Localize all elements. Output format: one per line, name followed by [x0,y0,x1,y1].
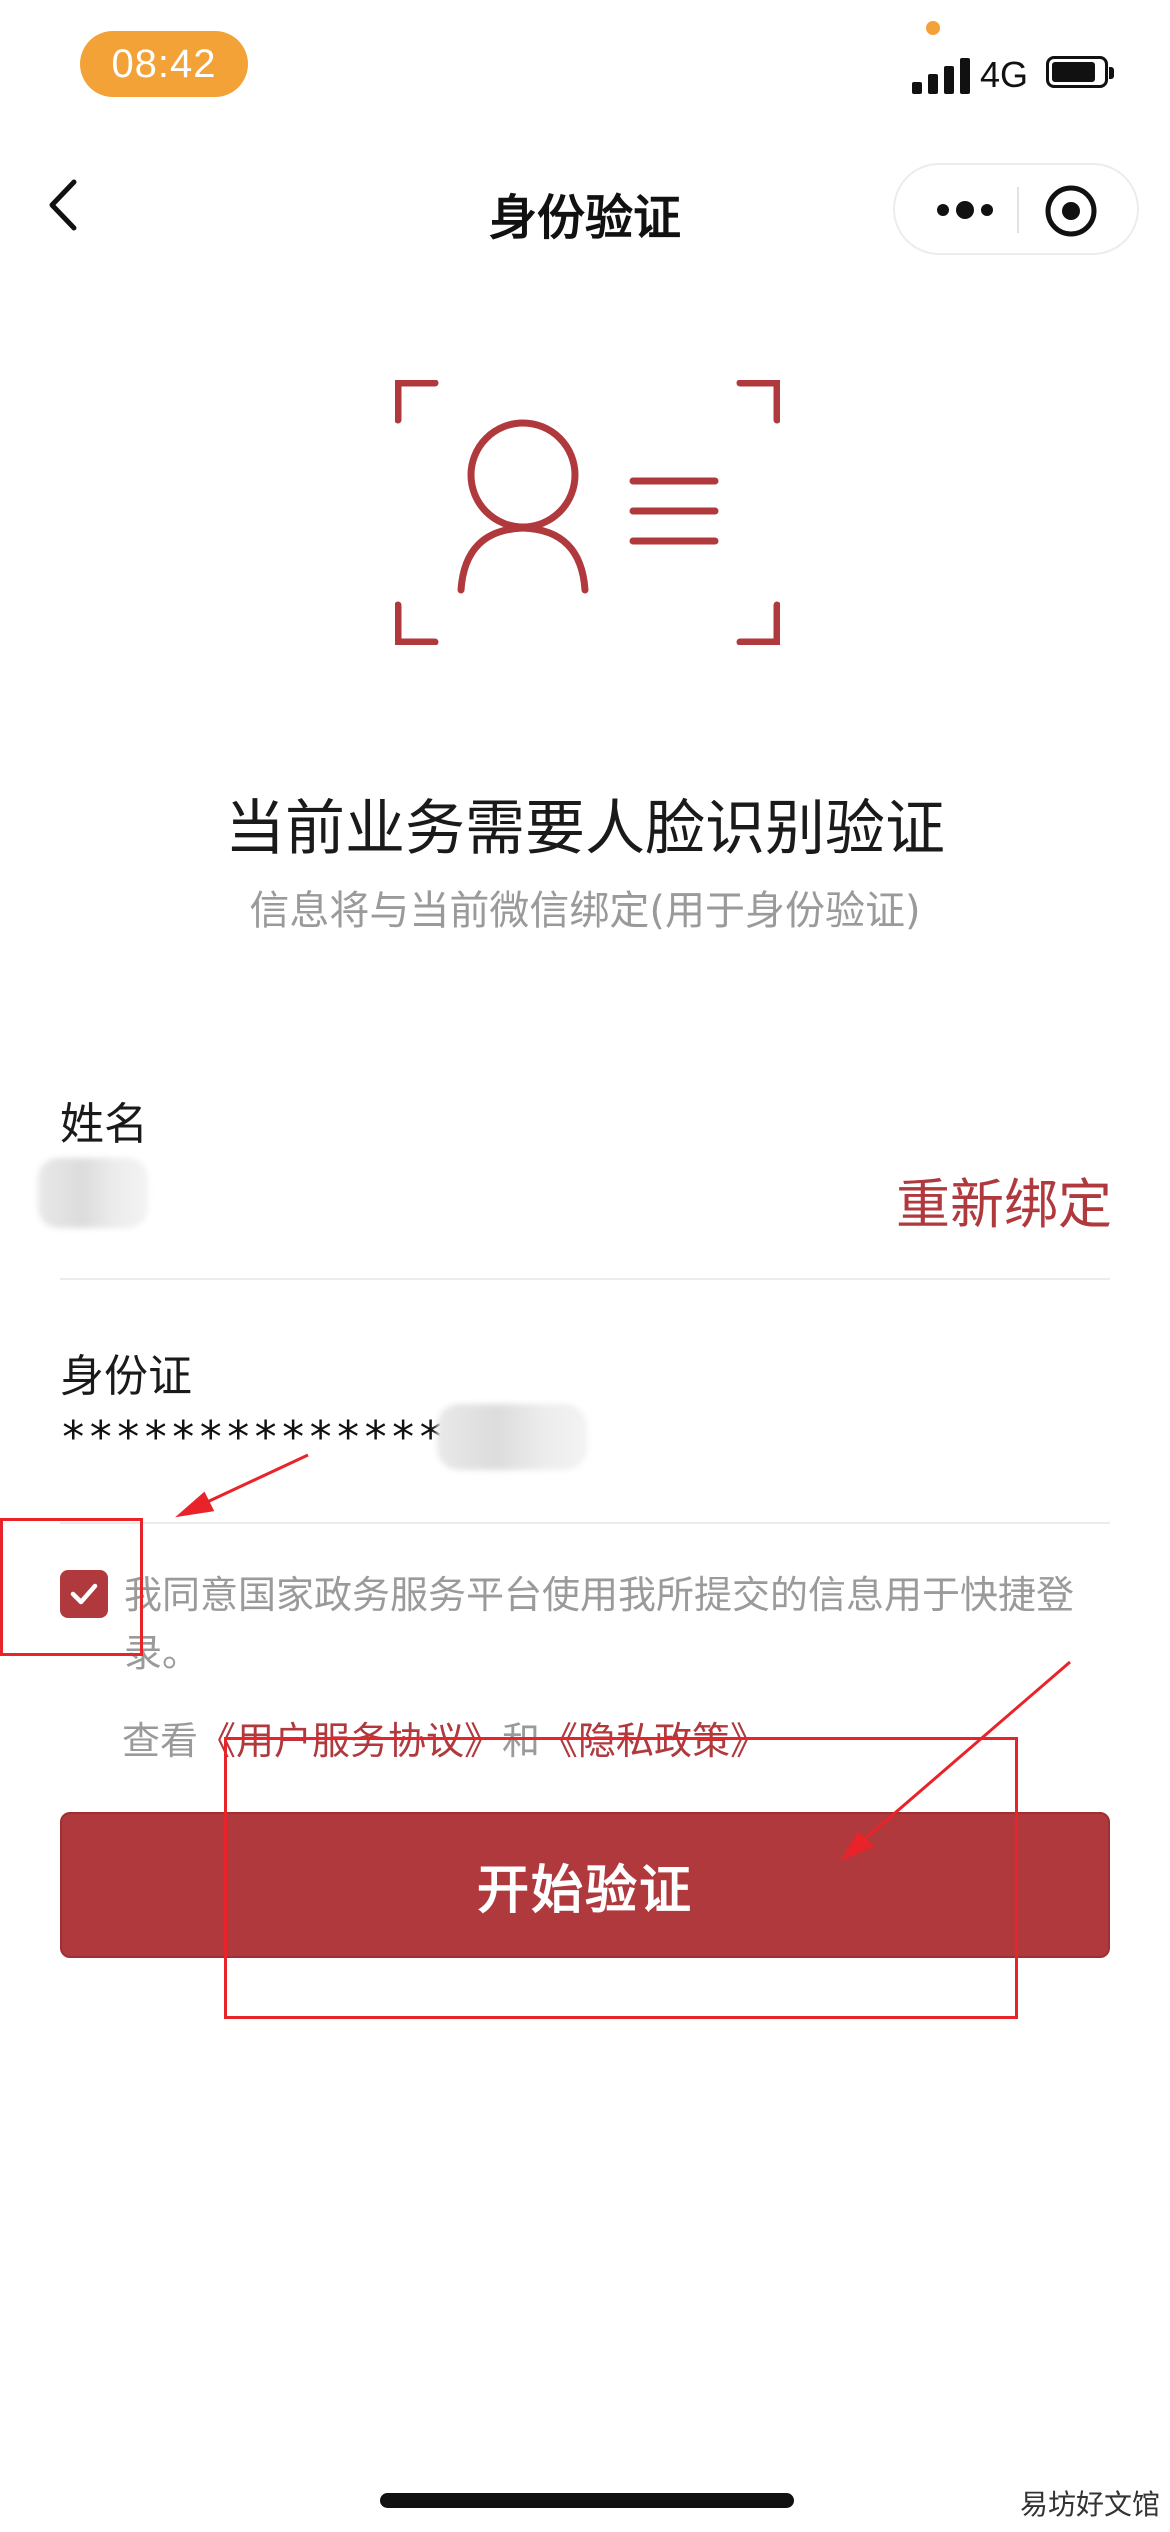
field-divider [60,1278,1110,1280]
more-button[interactable] [935,187,995,233]
signal-strength-icon [912,54,972,94]
network-type: 4G [980,54,1029,95]
id-card-value-redacted [436,1404,587,1470]
id-card-label: 身份证 [60,1351,192,1402]
annotation-box-button [224,1737,1018,2019]
annotation-box-checkbox [0,1518,143,1656]
home-indicator [380,2493,794,2508]
face-recognition-icon [395,380,780,645]
verification-subheading: 信息将与当前微信绑定(用于身份验证) [249,888,921,934]
target-circle-icon [1045,185,1097,237]
id-card-value: ************** [60,1402,587,1472]
watermark: 易坊好文馆 [1019,2488,1160,2521]
id-card-masked-digits: ************** [60,1411,445,1463]
view-prefix: 查看 [122,1719,199,1763]
rebind-button[interactable]: 重新绑定 [896,1160,1112,1239]
battery-icon [1046,56,1114,88]
name-value-redacted [38,1158,148,1228]
more-dots-icon [937,201,993,219]
mini-program-capsule [893,163,1139,255]
consent-text: 我同意国家政务服务平台使用我所提交的信息用于快捷登录。 [124,1573,1075,1675]
close-mini-program-button[interactable] [1043,183,1099,239]
field-divider [60,1522,1110,1524]
name-label: 姓名 [60,1099,148,1150]
verification-heading: 当前业务需要人脸识别验证 [225,794,945,864]
status-time: 08:42 [80,31,248,97]
privacy-indicator-dot [926,21,940,35]
